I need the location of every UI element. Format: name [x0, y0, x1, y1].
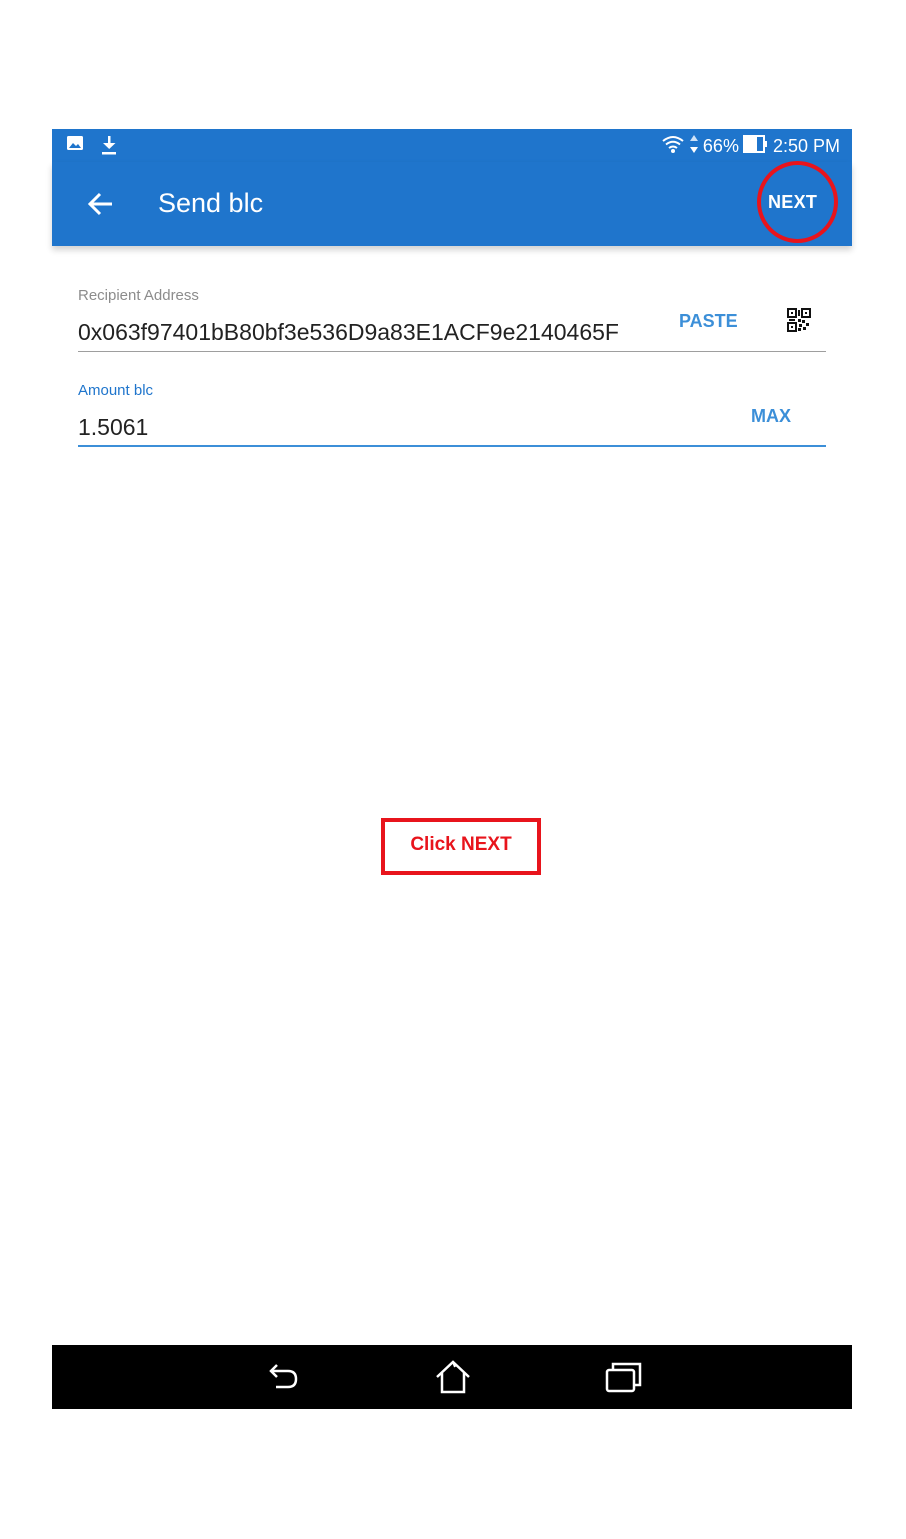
arrow-left-icon	[87, 192, 112, 216]
app-bar: Send blc NEXT	[52, 162, 852, 246]
download-icon	[100, 135, 118, 160]
recipient-address-label: Recipient Address	[78, 287, 199, 304]
data-arrows-icon	[689, 134, 699, 159]
wifi-icon	[661, 134, 685, 159]
annotation-text: Click NEXT	[410, 834, 512, 855]
back-button[interactable]	[86, 190, 116, 218]
recipient-address-field[interactable]: Recipient Address 0x063f97401bB80bf3e536…	[78, 287, 826, 353]
amount-underline	[78, 445, 826, 447]
page-title: Send blc	[158, 188, 264, 218]
recents-nav-icon[interactable]	[604, 1359, 644, 1395]
next-button[interactable]: NEXT	[768, 192, 817, 213]
battery-icon	[742, 135, 769, 158]
back-nav-icon[interactable]	[264, 1359, 304, 1395]
battery-percent: 66%	[702, 136, 739, 156]
paste-button[interactable]: PASTE	[679, 311, 738, 332]
click-next-annotation: Click NEXT	[381, 818, 541, 875]
recipient-address-underline	[78, 351, 826, 352]
navigation-bar	[52, 1345, 852, 1409]
amount-field[interactable]: Amount blc 1.5061 MAX	[78, 382, 826, 448]
qr-code-icon[interactable]	[787, 308, 811, 337]
amount-input[interactable]: 1.5061	[78, 414, 148, 441]
amount-label: Amount blc	[78, 382, 154, 399]
status-bar: 66% 2:50 PM	[52, 129, 852, 162]
image-icon	[66, 135, 84, 160]
clock: 2:50 PM	[772, 136, 840, 156]
phone-screen: 66% 2:50 PM Send blc NEXT Recipient Addr…	[52, 129, 852, 1409]
max-button[interactable]: MAX	[751, 406, 791, 427]
recipient-address-input[interactable]: 0x063f97401bB80bf3e536D9a83E1ACF9e214046…	[78, 319, 619, 346]
home-nav-icon[interactable]	[433, 1359, 473, 1395]
